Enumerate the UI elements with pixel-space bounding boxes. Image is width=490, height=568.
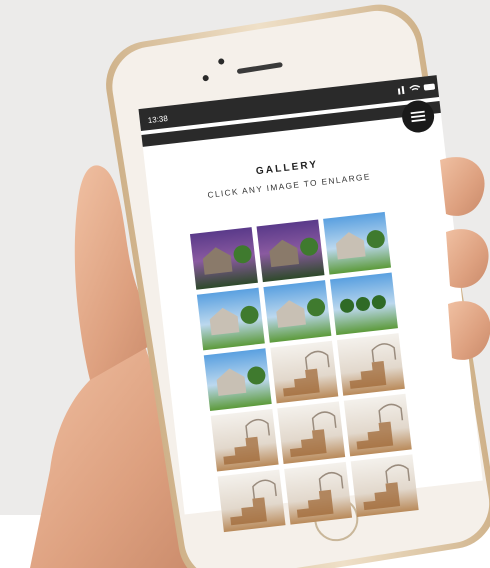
gallery-thumbnail[interactable] [323, 211, 392, 275]
battery-icon [423, 83, 436, 91]
gallery-thumbnail[interactable] [343, 393, 412, 457]
gallery-thumbnail[interactable] [189, 227, 258, 290]
gallery-thumbnail[interactable] [256, 219, 325, 283]
gallery-thumbnail[interactable] [277, 401, 346, 464]
gallery-thumbnail[interactable] [210, 408, 279, 472]
hamburger-icon [410, 110, 426, 123]
gallery-thumbnail[interactable] [284, 461, 353, 525]
gallery-thumbnail[interactable] [217, 469, 286, 533]
gallery-thumbnail[interactable] [336, 333, 405, 396]
gallery-thumbnail[interactable] [263, 280, 332, 343]
thumbnail-grid [189, 211, 419, 533]
gallery-thumbnail[interactable] [330, 272, 398, 336]
gallery-thumbnail[interactable] [196, 287, 265, 351]
phone-screen: 13:38 GALLERY CLICK ANY IMAGE TO ENLARGE [138, 75, 483, 533]
gallery-thumbnail[interactable] [203, 348, 272, 411]
photo-scene: 13:38 GALLERY CLICK ANY IMAGE TO ENLARGE [0, 0, 490, 568]
gallery-thumbnail[interactable] [350, 454, 419, 517]
gallery-thumbnail[interactable] [270, 340, 339, 404]
